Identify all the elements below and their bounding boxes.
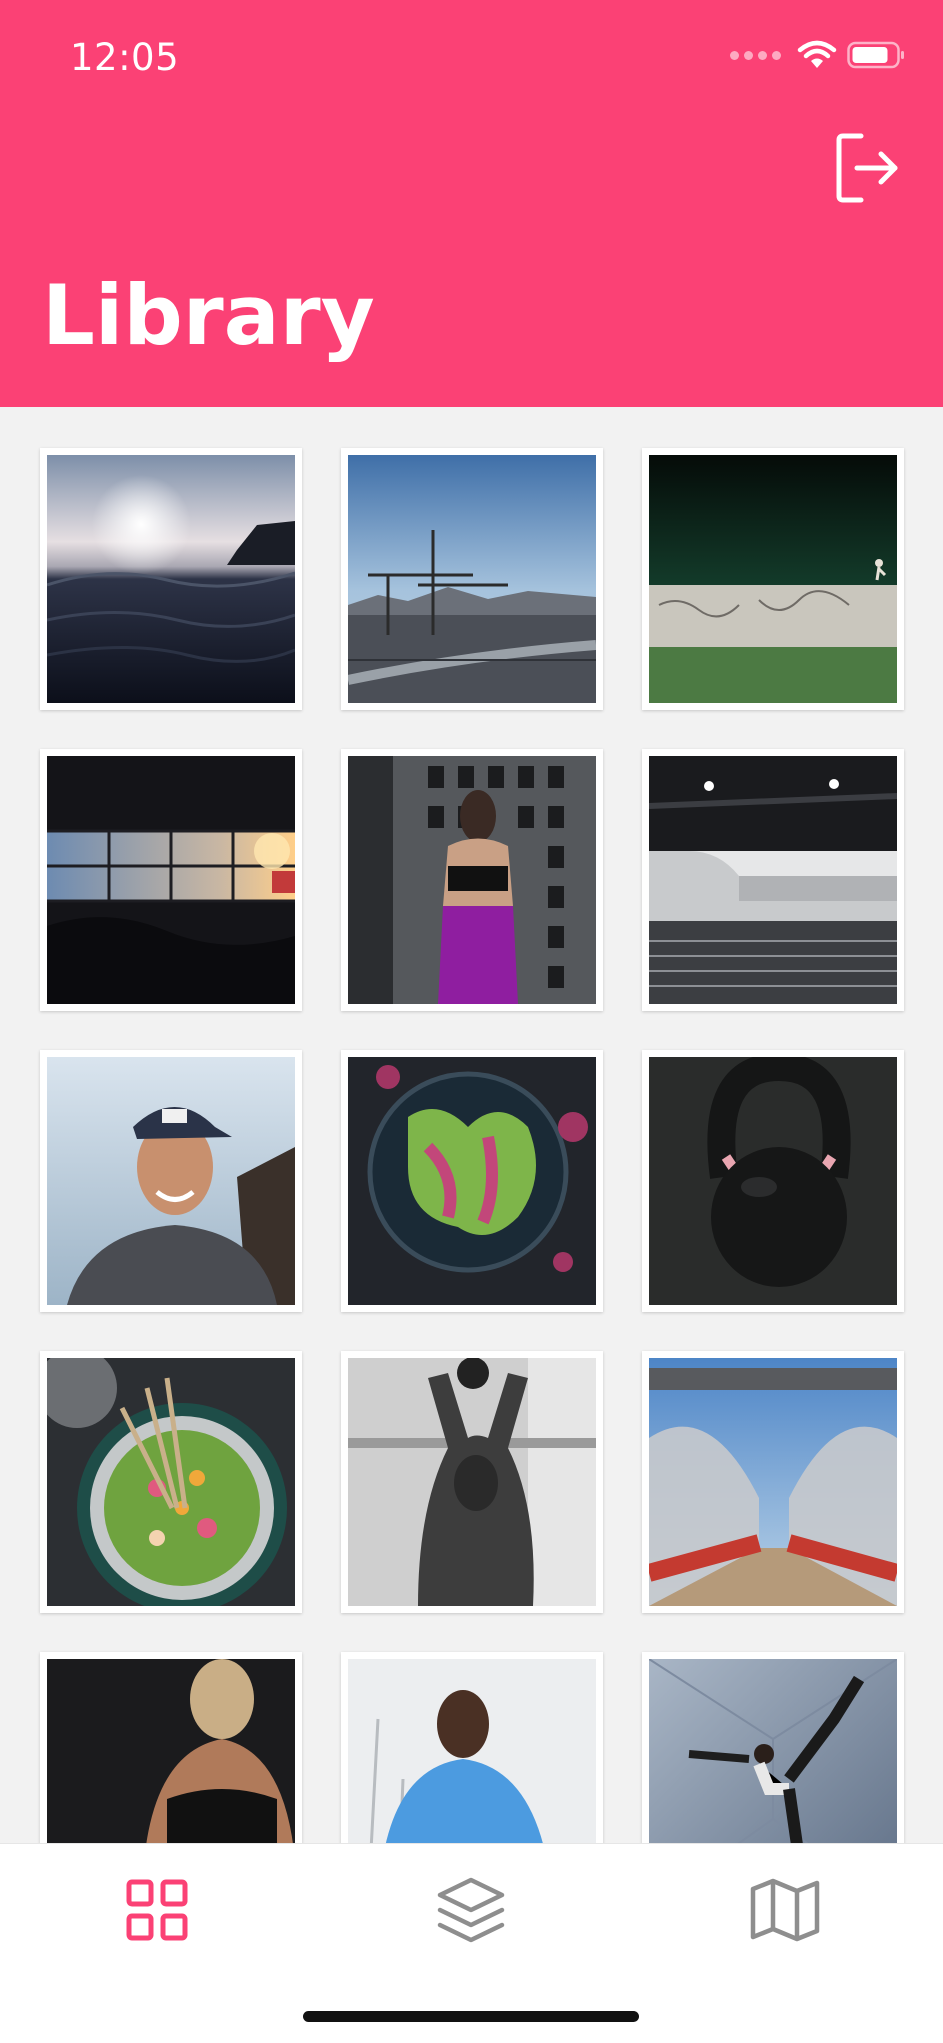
- smiling-man-cap-photo: [47, 1057, 295, 1305]
- tab-bar: [0, 1843, 943, 2043]
- man-kettlebell-photo: [348, 1358, 596, 1606]
- photo-tile[interactable]: [341, 749, 603, 1011]
- photo-tile[interactable]: [40, 1351, 302, 1613]
- tab-layers[interactable]: [431, 1870, 511, 1950]
- photo-tile[interactable]: [642, 448, 904, 710]
- airport-lounge-photo: [47, 756, 295, 1004]
- bridge-photo: [649, 1358, 897, 1606]
- salad-bowl-photo: [47, 1358, 295, 1606]
- home-indicator[interactable]: [303, 2011, 639, 2022]
- photo-grid: [40, 448, 904, 1914]
- status-time: 12:05: [70, 36, 180, 79]
- grid-icon: [126, 1879, 188, 1941]
- header: 12:05 Library: [0, 0, 943, 407]
- photo-tile[interactable]: [40, 448, 302, 710]
- tab-map[interactable]: [745, 1870, 825, 1950]
- city-cranes-photo: [348, 455, 596, 703]
- photo-tile[interactable]: [341, 1050, 603, 1312]
- photo-tile[interactable]: [341, 448, 603, 710]
- logout-button[interactable]: [835, 132, 901, 204]
- photo-tile[interactable]: [642, 1050, 904, 1312]
- photo-tile[interactable]: [642, 749, 904, 1011]
- status-icons: [730, 40, 905, 70]
- photo-tile[interactable]: [341, 1351, 603, 1613]
- page-title: Library: [42, 267, 375, 364]
- map-icon: [750, 1878, 820, 1942]
- lettuce-bowl-photo: [348, 1057, 596, 1305]
- layers-icon: [437, 1877, 505, 1943]
- train-station-photo: [649, 756, 897, 1004]
- signal-icon: [730, 50, 781, 60]
- wall-graffiti-runner-photo: [649, 455, 897, 703]
- woman-building-photo: [348, 756, 596, 1004]
- photo-tile[interactable]: [642, 1351, 904, 1613]
- tab-grid[interactable]: [117, 1870, 197, 1950]
- wifi-icon: [797, 40, 837, 68]
- logout-icon: [836, 133, 898, 203]
- kettlebell-photo: [649, 1057, 897, 1305]
- battery-icon: [847, 41, 904, 69]
- ocean-sunset-photo: [47, 455, 295, 703]
- photo-tile[interactable]: [40, 749, 302, 1011]
- photo-tile[interactable]: [40, 1050, 302, 1312]
